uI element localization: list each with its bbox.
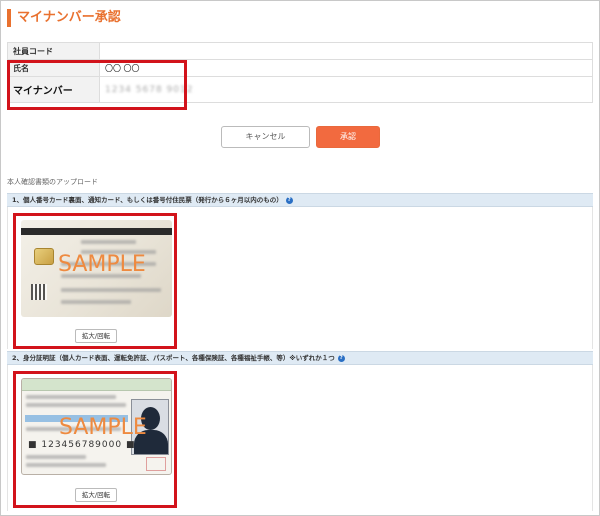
zoom-rotate-button[interactable]: 拡大/回転: [75, 488, 117, 502]
employee-code-label: 社員コード: [7, 42, 100, 60]
license-number: ■ 123456789000 ■: [28, 440, 136, 450]
stamp-icon: [146, 457, 166, 471]
drivers-license-image[interactable]: ■ 123456789000 ■ SAMPLE: [21, 378, 172, 475]
mynumber-card-image[interactable]: SAMPLE: [21, 220, 172, 317]
help-circle-icon[interactable]: ?: [285, 196, 293, 204]
cancel-button[interactable]: キャンセル: [221, 126, 310, 148]
section-bar-mynumber-card: 1、個人番号カード裏面、通知カード、もしくは番号付住民票（発行から６ヶ月以内のも…: [7, 193, 593, 207]
highlight-box-info: [7, 60, 187, 110]
upload-section-title: 本人確認書類のアップロード: [7, 178, 98, 186]
highlight-box-mynumber-card: SAMPLE 拡大/回転: [13, 213, 177, 349]
help-circle-icon[interactable]: ?: [337, 354, 345, 362]
zoom-rotate-button[interactable]: 拡大/回転: [75, 329, 117, 343]
sample-watermark: SAMPLE: [58, 252, 146, 277]
page-frame: マイナンバー承認 社員コード 氏名 〇〇 〇〇 マイナンバー 1234 5678…: [0, 0, 600, 516]
employee-code-value: [99, 42, 593, 60]
page-title: マイナンバー承認: [7, 9, 121, 27]
highlight-box-identity-document: ■ 123456789000 ■ SAMPLE 拡大/回転: [13, 371, 177, 508]
section-bar-identity-document: 2、身分証明証（個人カード表面、運転免許証、パスポート、各種保険証、各種福祉手帳…: [7, 351, 593, 365]
approve-button[interactable]: 承認: [316, 126, 380, 148]
section-heading: 2、身分証明証（個人カード表面、運転免許証、パスポート、各種保険証、各種福祉手帳…: [12, 354, 335, 362]
sample-watermark: SAMPLE: [59, 415, 147, 440]
table-row: 社員コード: [7, 42, 593, 60]
section-heading: 1、個人番号カード裏面、通知カード、もしくは番号付住民票（発行から６ヶ月以内のも…: [12, 196, 283, 204]
